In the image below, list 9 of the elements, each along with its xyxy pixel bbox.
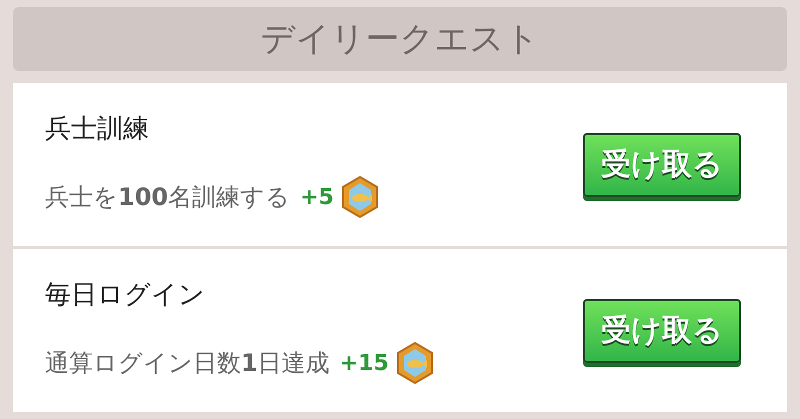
quest-description: 兵士を100名訓練する [45,182,290,213]
quest-description: 通算ログイン日数1日達成 [45,348,330,379]
medal-icon [394,341,435,385]
header-title: デイリークエスト [260,18,540,60]
medal-icon [340,175,380,219]
reward-amount: +5 [300,184,334,212]
reward-amount: +15 [340,350,389,378]
quest-title: 毎日ログイン [45,279,206,312]
quest-title: 兵士訓練 [45,113,150,146]
